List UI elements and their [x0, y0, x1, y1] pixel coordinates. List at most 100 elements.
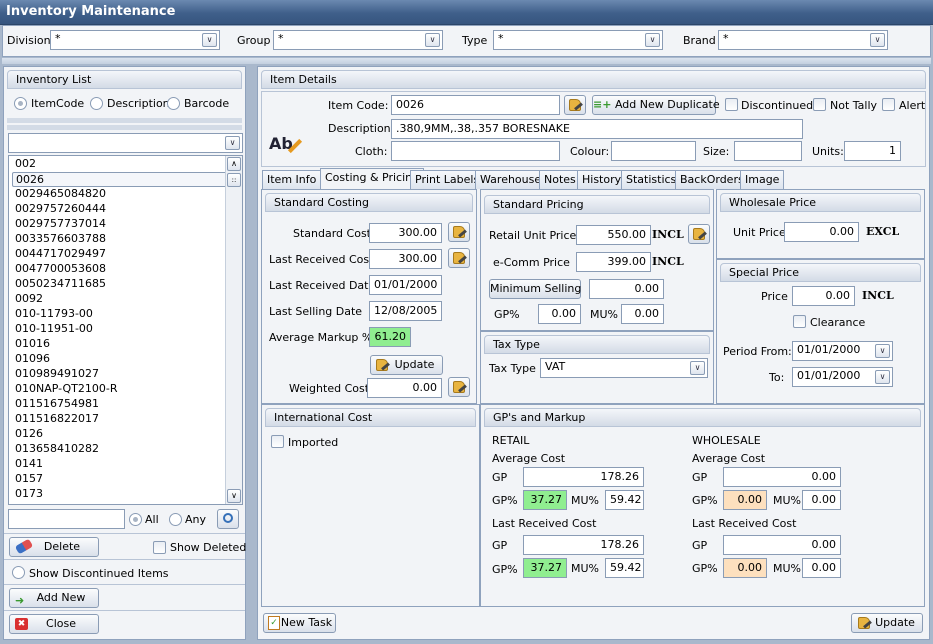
tab-image[interactable]: Image — [740, 170, 785, 189]
chevron-down-icon[interactable]: ∨ — [425, 33, 440, 47]
list-item[interactable]: 0092 — [12, 292, 46, 307]
list-item[interactable]: 0157 — [12, 472, 46, 487]
brand-select[interactable]: * ∨ — [718, 30, 888, 50]
tab-warehouse[interactable]: Warehouse — [475, 170, 547, 189]
mu-input[interactable]: 0.00 — [621, 304, 664, 324]
list-item[interactable]: 011516754981 — [12, 397, 102, 412]
chevron-down-icon[interactable]: ∨ — [202, 33, 217, 47]
filter-input[interactable] — [8, 509, 125, 529]
list-item[interactable]: 0029757260444 — [12, 202, 109, 217]
list-item[interactable]: 0044717029497 — [12, 247, 109, 262]
discontinued-checkbox[interactable] — [725, 98, 738, 111]
clearance-checkbox[interactable] — [793, 315, 806, 328]
description-input[interactable]: .380,9MM,.38,.357 BORESNAKE — [391, 119, 803, 139]
edit-item-code-button[interactable] — [564, 95, 586, 115]
group-select[interactable]: * ∨ — [273, 30, 443, 50]
list-item[interactable]: 011516822017 — [12, 412, 102, 427]
add-new-duplicate-button[interactable]: ≡+ Add New Duplicate — [592, 95, 720, 115]
delete-button[interactable]: Delete — [9, 537, 99, 557]
list-item[interactable]: 010989491027 — [12, 367, 102, 382]
size-input[interactable] — [734, 141, 802, 161]
show-deleted-checkbox[interactable] — [153, 541, 166, 554]
edit-retail-price-button[interactable] — [688, 224, 710, 244]
chevron-down-icon[interactable]: ∨ — [875, 370, 890, 384]
splitter-grip[interactable] — [7, 125, 242, 130]
update-button[interactable]: Update — [851, 613, 923, 633]
list-item[interactable]: 010-11793-00 — [12, 307, 96, 322]
period-from-picker[interactable]: 01/01/2000 ∨ — [792, 341, 893, 361]
cloth-input[interactable] — [391, 141, 560, 161]
list-item[interactable]: 01016 — [12, 337, 53, 352]
tab-costing-pricing[interactable]: Costing & Pricing — [320, 168, 425, 189]
list-item[interactable]: 0173 — [12, 487, 46, 502]
show-discontinued-radio[interactable] — [12, 566, 25, 579]
list-item[interactable]: 0047700053608 — [12, 262, 109, 277]
barcode-radio[interactable] — [167, 97, 180, 110]
list-item[interactable]: 0033576603788 — [12, 232, 109, 247]
list-item[interactable]: 01096 — [12, 352, 53, 367]
alert-checkbox[interactable] — [882, 98, 895, 111]
minimum-selling-input[interactable]: 0.00 — [589, 279, 664, 299]
list-item[interactable]: 010NAP-QT2100-R — [12, 382, 121, 397]
edit-last-received-cost-button[interactable] — [448, 248, 470, 268]
tab-history[interactable]: History — [577, 170, 627, 189]
list-item[interactable]: 0126 — [12, 427, 46, 442]
chevron-down-icon[interactable]: ∨ — [225, 136, 240, 150]
tab-print-labels[interactable]: Print Labels — [410, 170, 485, 189]
update-costing-button[interactable]: Update — [370, 355, 443, 375]
list-item[interactable]: 0026 — [12, 172, 237, 187]
not-tally-checkbox[interactable] — [813, 98, 826, 111]
close-button[interactable]: ✖ Close — [9, 614, 99, 634]
list-item[interactable]: 0050234711685 — [12, 277, 109, 292]
chevron-down-icon[interactable]: ∨ — [690, 361, 705, 375]
chevron-down-icon[interactable]: ∨ — [875, 344, 890, 358]
standard-cost-input[interactable]: 300.00 — [369, 223, 442, 243]
period-to-picker[interactable]: 01/01/2000 ∨ — [792, 367, 893, 387]
search-combo[interactable]: ∨ — [8, 133, 243, 153]
tab-notes[interactable]: Notes — [539, 170, 581, 189]
chevron-down-icon[interactable]: ∨ — [645, 33, 660, 47]
type-select[interactable]: * ∨ — [493, 30, 663, 50]
list-item[interactable]: 0029465084820 — [12, 187, 109, 202]
list-item[interactable]: 002 — [12, 157, 39, 172]
edit-weighted-cost-button[interactable] — [448, 377, 470, 397]
ecomm-price-input[interactable]: 399.00 — [576, 252, 651, 272]
list-scrollbar[interactable]: ∧ :: ∨ — [225, 156, 242, 504]
search-button[interactable] — [217, 509, 239, 529]
colour-input[interactable] — [611, 141, 696, 161]
match-any-radio[interactable] — [169, 513, 182, 526]
division-select[interactable]: * ∨ — [50, 30, 220, 50]
splitter-grip[interactable] — [7, 118, 242, 123]
itemcode-radio[interactable] — [14, 97, 27, 110]
scroll-thumb[interactable]: :: — [227, 173, 241, 187]
special-price-input[interactable]: 0.00 — [792, 286, 855, 306]
description-radio[interactable] — [90, 97, 103, 110]
add-new-button[interactable]: ➜ Add New — [9, 588, 99, 608]
imported-checkbox[interactable] — [271, 435, 284, 448]
chevron-down-icon[interactable]: ∨ — [870, 33, 885, 47]
list-item[interactable]: 0029757737014 — [12, 217, 109, 232]
last-received-cost-input[interactable]: 300.00 — [369, 249, 442, 269]
minimum-selling-button[interactable]: Minimum Selling — [489, 279, 581, 299]
wholesale-unit-price-input[interactable]: 0.00 — [784, 222, 859, 242]
list-item[interactable]: 010-11951-00 — [12, 322, 96, 337]
horizontal-splitter[interactable] — [2, 58, 931, 64]
list-item[interactable]: 0141 — [12, 457, 46, 472]
last-received-date-input[interactable]: 01/01/2000 — [369, 275, 442, 295]
tab-item-info[interactable]: Item Info — [262, 170, 322, 189]
gp-input[interactable]: 0.00 — [538, 304, 581, 324]
tab-backorders[interactable]: BackOrders — [675, 170, 749, 189]
scroll-down-icon[interactable]: ∨ — [227, 489, 241, 503]
item-code-input[interactable]: 0026 — [391, 95, 560, 115]
tax-type-select[interactable]: VAT ∨ — [540, 358, 708, 378]
retail-unit-price-input[interactable]: 550.00 — [576, 225, 651, 245]
edit-standard-cost-button[interactable] — [448, 222, 470, 242]
inventory-listbox[interactable]: 002 0026 0029465084820 0029757260444 0029757… — [8, 155, 243, 505]
scroll-up-icon[interactable]: ∧ — [227, 157, 241, 171]
last-selling-date-input[interactable]: 12/08/2005 — [369, 301, 442, 321]
tab-statistics[interactable]: Statistics — [621, 170, 682, 189]
match-all-radio[interactable] — [129, 513, 142, 526]
weighted-cost-input[interactable]: 0.00 — [367, 378, 442, 398]
units-input[interactable]: 1 — [844, 141, 901, 161]
list-item[interactable]: 013658410282 — [12, 442, 102, 457]
